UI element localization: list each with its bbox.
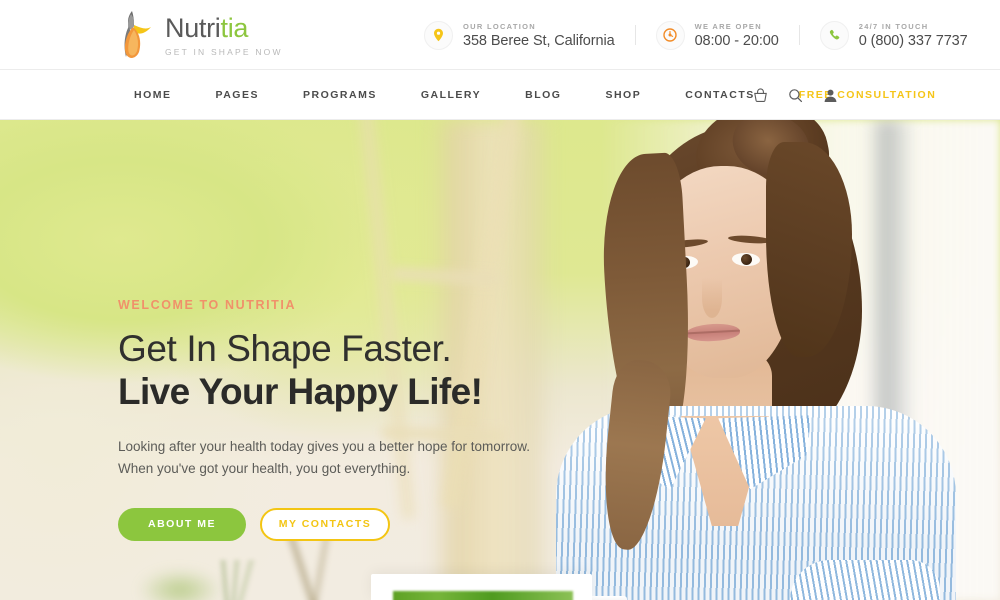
logo-title-part2: tia: [220, 13, 249, 43]
person-pupil-right: [741, 254, 752, 265]
about-me-button[interactable]: ABOUT ME: [118, 507, 246, 541]
contact-divider: [634, 25, 636, 45]
person-nose: [702, 278, 722, 318]
user-account-icon[interactable]: [823, 87, 838, 103]
contact-hours-label: WE ARE OPEN: [694, 21, 762, 31]
hero-paragraph-line2: When you've got your health, you got eve…: [118, 460, 411, 476]
person-right-arm: [790, 560, 940, 600]
phone-icon: [819, 20, 849, 50]
hero-buttons: ABOUT ME MY CONTACTS: [118, 507, 538, 541]
contact-location-value: 358 Beree St, California: [463, 32, 615, 49]
hero-eyebrow: WELCOME TO NUTRITIA: [118, 298, 297, 312]
logo-title-part1: Nutri: [165, 13, 221, 43]
logo-tagline: GET IN SHAPE NOW: [165, 47, 283, 57]
cart-icon[interactable]: [753, 87, 768, 103]
topbar-contacts: OUR LOCATION 358 Beree St, California WE…: [424, 0, 968, 70]
contact-phone[interactable]: 24/7 IN TOUCH 0 (800) 337 7737: [819, 20, 968, 50]
contact-hours-value: 08:00 - 20:00: [694, 32, 779, 49]
bottle-cap-icon: [587, 596, 627, 600]
nav-item-gallery[interactable]: GALLERY: [399, 89, 503, 101]
contact-hours[interactable]: WE ARE OPEN 08:00 - 20:00: [655, 20, 779, 50]
page-root: Nutritia GET IN SHAPE NOW OUR LOCATION 3…: [0, 0, 1000, 600]
hero-bg-plant-left: [120, 550, 240, 600]
nav-item-pages[interactable]: PAGES: [194, 89, 281, 101]
hero-heading-line2: Live Your Happy Life!: [118, 371, 483, 413]
clock-icon: [655, 20, 685, 50]
dancer-carrot-logo-icon: [112, 7, 156, 61]
contact-location-label: OUR LOCATION: [463, 21, 536, 31]
hero-person-photo: [520, 120, 1000, 600]
nav-utility-icons: [753, 70, 838, 120]
top-bar: Nutritia GET IN SHAPE NOW OUR LOCATION 3…: [0, 0, 1000, 70]
contact-divider: [798, 25, 800, 45]
site-logo[interactable]: Nutritia GET IN SHAPE NOW: [112, 6, 283, 62]
main-navigation: HOME PAGES PROGRAMS GALLERY BLOG SHOP CO…: [0, 70, 1000, 120]
content-card-below-hero[interactable]: [371, 574, 592, 600]
search-icon[interactable]: [788, 87, 803, 103]
hero-paragraph: Looking after your health today gives yo…: [118, 436, 538, 480]
contact-phone-label: 24/7 IN TOUCH: [858, 21, 929, 31]
hero-content: WELCOME TO NUTRITIA Get In Shape Faster.…: [118, 298, 538, 541]
nav-item-home[interactable]: HOME: [112, 89, 194, 101]
my-contacts-button[interactable]: MY CONTACTS: [260, 507, 390, 541]
nav-item-blog[interactable]: BLOG: [503, 89, 583, 101]
nav-item-shop[interactable]: SHOP: [583, 89, 663, 101]
nav-item-programs[interactable]: PROGRAMS: [281, 89, 399, 101]
hero-heading-line1: Get In Shape Faster.: [118, 328, 452, 369]
contact-location[interactable]: OUR LOCATION 358 Beree St, California: [424, 20, 615, 50]
card-thumbnail-image: [393, 591, 573, 600]
map-pin-icon: [424, 20, 453, 50]
logo-title: Nutritia: [165, 15, 283, 42]
hero-paragraph-line1: Looking after your health today gives yo…: [118, 438, 530, 454]
contact-phone-value: 0 (800) 337 7737: [858, 32, 968, 49]
hero-section: WELCOME TO NUTRITIA Get In Shape Faster.…: [0, 120, 1000, 600]
